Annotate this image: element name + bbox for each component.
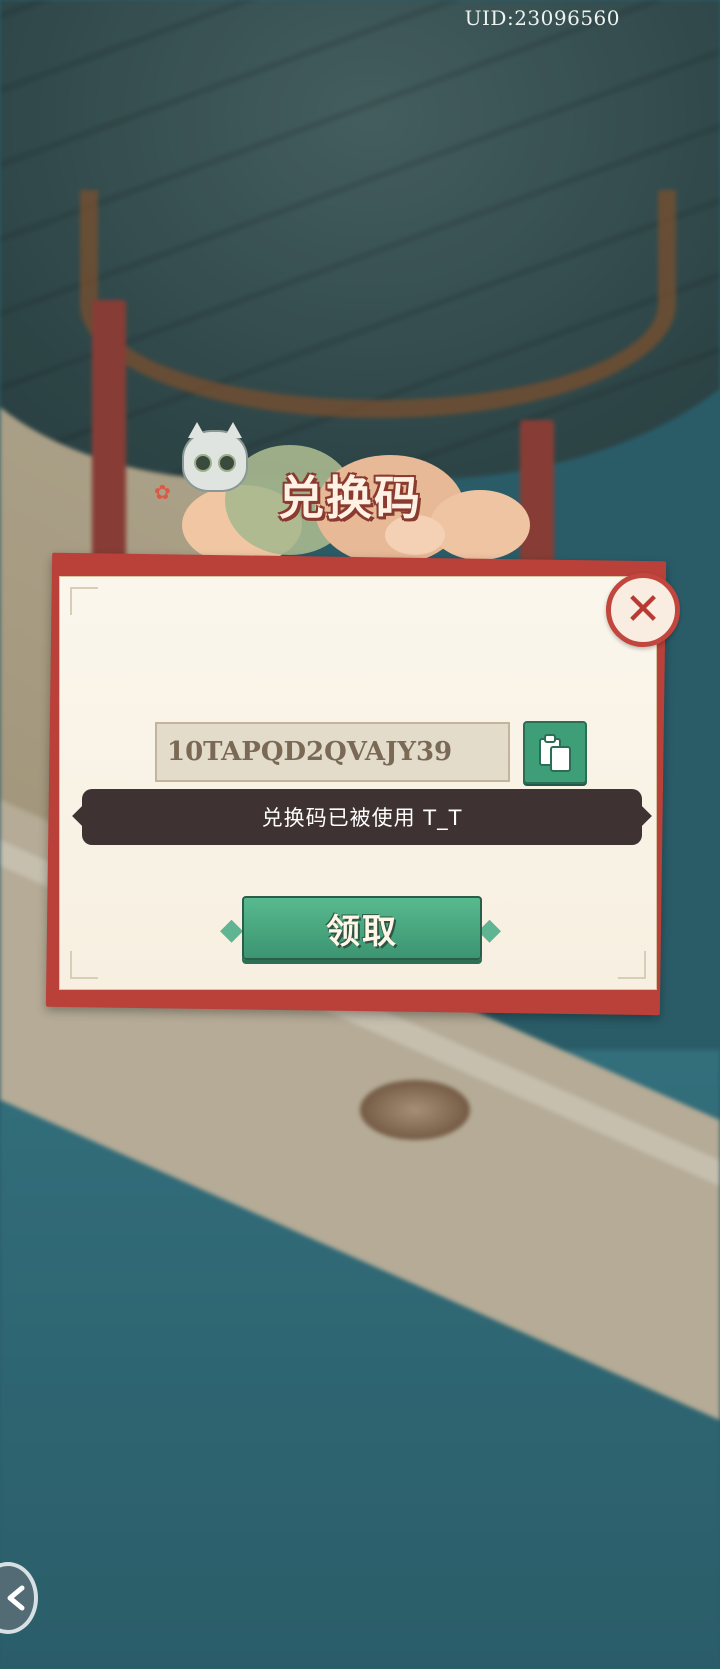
dialog-title-banner: ✿ 兑换码 (154, 422, 540, 570)
close-button[interactable]: ✕ (606, 573, 680, 647)
redeem-code-input[interactable] (155, 722, 510, 782)
dialog-title: 兑换码 (278, 471, 422, 525)
status-message: 兑换码已被使用 T_T (82, 789, 642, 845)
uid-label: UID:23096560 (464, 6, 620, 30)
close-icon: ✕ (624, 584, 662, 635)
ornament-left-icon: ◆ (220, 912, 244, 947)
paste-icon (539, 733, 571, 772)
back-icon (7, 1585, 25, 1611)
paste-button[interactable] (523, 721, 587, 784)
claim-button[interactable]: 领取 (242, 896, 482, 960)
